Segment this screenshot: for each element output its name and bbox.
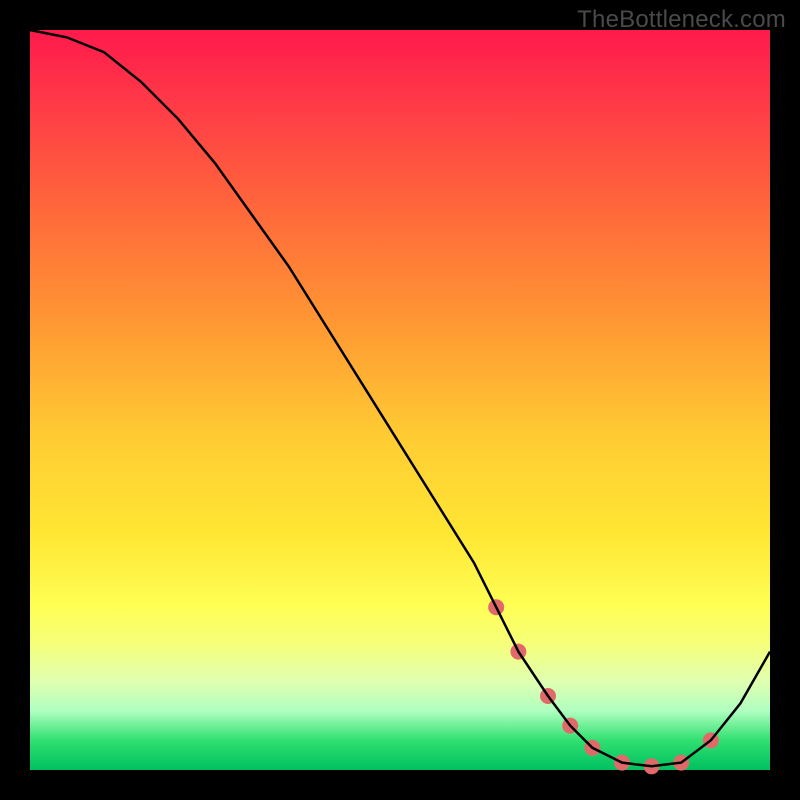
plot-area xyxy=(30,30,770,770)
chart-frame: TheBottleneck.com xyxy=(0,0,800,800)
bottleneck-curve xyxy=(30,30,770,766)
curve-layer xyxy=(30,30,770,770)
